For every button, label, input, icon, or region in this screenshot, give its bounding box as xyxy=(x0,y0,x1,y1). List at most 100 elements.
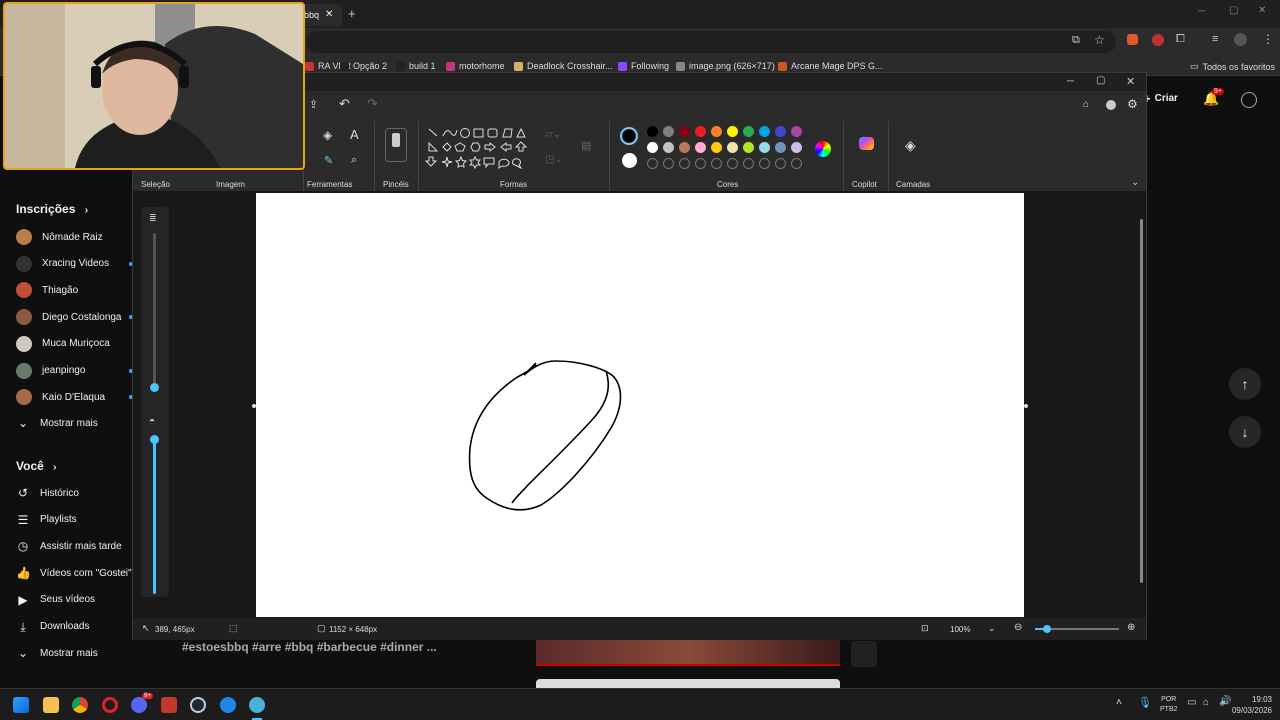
redo-icon[interactable]: ↷ xyxy=(367,96,378,112)
undo-icon[interactable]: ↶ xyxy=(339,96,350,112)
close-tab-icon[interactable]: ✕ xyxy=(325,9,333,20)
subscription-item[interactable]: Nômade Raiz xyxy=(16,229,103,245)
color-swatch[interactable] xyxy=(663,126,674,137)
custom-color-slot[interactable] xyxy=(695,158,706,169)
custom-color-slot[interactable] xyxy=(759,158,770,169)
custom-color-slot[interactable] xyxy=(647,158,658,169)
chrome-icon[interactable] xyxy=(72,697,88,713)
show-hidden-icons[interactable]: ˄ xyxy=(1116,697,1122,708)
show-more-you[interactable]: ⌄ Mostrar mais xyxy=(16,646,98,660)
settings-gear-icon[interactable]: ⚙ xyxy=(1127,97,1138,111)
color-swatch[interactable] xyxy=(743,126,754,137)
close-browser-icon[interactable]: ✕ xyxy=(1258,5,1266,16)
you-section-item[interactable]: ↺ Histórico xyxy=(16,486,79,500)
subscription-item[interactable]: Diego Costalonga xyxy=(16,309,122,326)
you-section-item[interactable]: ☰ Playlists xyxy=(16,513,77,527)
scroll-up-button[interactable]: ↑ xyxy=(1229,368,1261,400)
image-group-label[interactable]: Imagem xyxy=(216,180,245,189)
close-icon[interactable]: ✕ xyxy=(1126,75,1135,88)
app-icon-blue[interactable] xyxy=(220,697,236,713)
network-icon[interactable]: ⌂ xyxy=(1203,697,1209,708)
canvas-resize-handle[interactable] xyxy=(252,404,256,408)
color-swatch[interactable] xyxy=(775,142,786,153)
vertical-scrollbar[interactable] xyxy=(1140,197,1143,612)
subscription-item[interactable]: Kaio D'Elaqua xyxy=(16,389,105,406)
subscription-item[interactable]: Xracing Videos xyxy=(16,255,109,272)
browser-tab[interactable]: bbq ✕ xyxy=(300,4,342,26)
browser-menu-icon[interactable]: ⋮ xyxy=(1262,32,1274,46)
bookmark-item[interactable]: image.png (626×717) xyxy=(676,61,775,71)
you-heading[interactable]: Você › xyxy=(16,459,56,473)
zoom-slider[interactable] xyxy=(1035,625,1119,633)
share-icon[interactable]: ⇪ xyxy=(309,98,318,111)
address-bar[interactable] xyxy=(306,31,1116,53)
video-caption[interactable]: #estoesbbq #arre #bbq #barbecue #dinner … xyxy=(182,640,437,654)
reading-list-icon[interactable]: ≡ xyxy=(1212,33,1218,45)
fill-bucket-icon[interactable]: ◈ xyxy=(323,128,332,142)
brush-size-slider[interactable] xyxy=(150,233,159,392)
subscription-item[interactable]: jeanpingo xyxy=(16,362,85,379)
zoom-dropdown-icon[interactable]: ⌄ xyxy=(988,623,996,634)
color-swatch[interactable] xyxy=(647,126,658,137)
create-button[interactable]: + Criar xyxy=(1143,91,1178,106)
bookmark-item[interactable]: Arcane Mage DPS G... xyxy=(778,61,883,71)
selection-group-label[interactable]: Seleção xyxy=(141,180,170,189)
you-section-item[interactable]: ◷ Assistir mais tarde xyxy=(16,539,122,553)
shapes-gallery[interactable] xyxy=(425,127,533,173)
color-swatch[interactable] xyxy=(727,126,738,137)
shape-outline-icon[interactable]: ▱⌄ xyxy=(545,129,561,140)
color-swatch[interactable] xyxy=(775,126,786,137)
bookmark-item[interactable]: Deadlock Crosshair... xyxy=(514,61,613,71)
color-swatch[interactable] xyxy=(679,126,690,137)
steam-icon[interactable] xyxy=(190,697,206,713)
opacity-slider[interactable] xyxy=(150,435,159,594)
color-swatch[interactable] xyxy=(695,142,706,153)
color-swatch[interactable] xyxy=(679,142,690,153)
color-swatch[interactable] xyxy=(647,142,658,153)
account-avatar[interactable] xyxy=(1241,92,1257,108)
bookmark-item[interactable]: Opção 2 xyxy=(340,61,387,71)
app-icon[interactable] xyxy=(161,697,177,713)
zoom-out-icon[interactable]: ⊖ xyxy=(1014,622,1022,633)
input-language[interactable]: POR PTB2 xyxy=(1160,695,1178,715)
color-swatch[interactable] xyxy=(743,142,754,153)
drawing-canvas[interactable] xyxy=(256,193,1024,617)
text-tool-icon[interactable]: A xyxy=(350,127,359,142)
maximize-browser-icon[interactable]: ▢ xyxy=(1229,5,1238,16)
secondary-color[interactable] xyxy=(622,153,637,168)
color-swatch[interactable] xyxy=(791,142,802,153)
show-more-subscriptions[interactable]: ⌄ Mostrar mais xyxy=(16,416,98,430)
bookmark-item[interactable]: motorhome xyxy=(446,61,505,71)
custom-color-slot[interactable] xyxy=(791,158,802,169)
color-swatch[interactable] xyxy=(791,126,802,137)
bookmark-star-icon[interactable]: ☆ xyxy=(1094,33,1105,47)
color-swatch[interactable] xyxy=(711,142,722,153)
video-thumbnail[interactable] xyxy=(536,640,840,666)
color-swatch[interactable] xyxy=(759,126,770,137)
bookmark-item[interactable]: build 1 xyxy=(396,61,436,71)
you-section-item[interactable]: ⤓ Downloads xyxy=(16,620,89,634)
install-app-icon[interactable]: ⧉ xyxy=(1072,34,1080,47)
extension-icon[interactable] xyxy=(1127,34,1138,45)
color-swatch[interactable] xyxy=(711,126,722,137)
minimize-browser-icon[interactable]: ─ xyxy=(1198,6,1205,17)
zoom-in-icon[interactable]: ⊕ xyxy=(1127,622,1135,633)
copilot-icon[interactable] xyxy=(859,137,874,150)
feedback-icon[interactable]: ⌂ xyxy=(1083,99,1089,110)
account-icon[interactable] xyxy=(1106,100,1116,110)
extension-badge-icon[interactable] xyxy=(1152,34,1164,46)
shape-fill-icon[interactable]: ◳⌄ xyxy=(545,154,563,165)
paint-icon[interactable] xyxy=(249,697,265,713)
fit-to-window-icon[interactable]: ⊡ xyxy=(921,623,929,634)
layers-icon[interactable]: ◈ xyxy=(905,137,916,154)
brushes-button[interactable] xyxy=(385,128,407,162)
custom-color-slot[interactable] xyxy=(679,158,690,169)
custom-color-slot[interactable] xyxy=(727,158,738,169)
color-swatch[interactable] xyxy=(759,142,770,153)
scroll-down-button[interactable]: ↓ xyxy=(1229,416,1261,448)
extensions-puzzle-icon[interactable]: ⧠ xyxy=(1176,33,1185,46)
scrollbar-thumb[interactable] xyxy=(1140,219,1143,583)
you-section-item[interactable]: ▶ Seus vídeos xyxy=(16,593,95,607)
color-swatch[interactable] xyxy=(663,142,674,153)
subscription-item[interactable]: Muca Muriçoca xyxy=(16,335,110,352)
